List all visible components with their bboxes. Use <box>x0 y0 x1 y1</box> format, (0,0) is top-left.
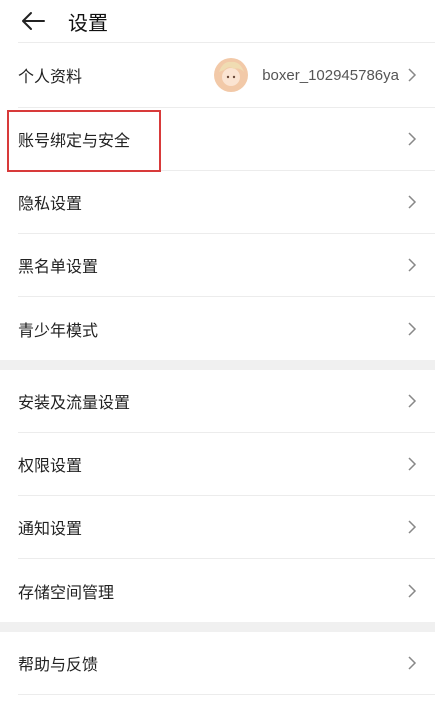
settings-group-help: 帮助与反馈 <box>0 632 435 695</box>
settings-item-install-traffic[interactable]: 安装及流量设置 <box>18 370 435 433</box>
chevron-right-icon <box>408 394 417 408</box>
settings-item-notifications[interactable]: 通知设置 <box>18 496 435 559</box>
settings-group-system: 安装及流量设置 权限设置 通知设置 存储空间管理 <box>0 370 435 622</box>
avatar <box>214 58 249 92</box>
settings-item-label: 安装及流量设置 <box>18 393 131 412</box>
settings-item-account-security[interactable]: 账号绑定与安全 <box>18 108 435 171</box>
chevron-right-icon <box>408 520 417 534</box>
settings-item-label: 权限设置 <box>18 456 83 475</box>
chevron-right-icon <box>408 68 417 82</box>
settings-group-account: 账号绑定与安全 隐私设置 黑名单设置 青少年模式 <box>0 108 435 360</box>
settings-item-label: 隐私设置 <box>18 194 83 213</box>
chevron-right-icon <box>408 258 417 272</box>
arrow-left-icon <box>22 12 45 30</box>
chevron-right-icon <box>408 457 417 471</box>
settings-item-privacy[interactable]: 隐私设置 <box>18 171 435 234</box>
profile-label: 个人资料 <box>18 67 83 86</box>
page-title: 设置 <box>68 10 108 35</box>
username-value: boxer_102945786ya <box>262 66 399 84</box>
settings-item-teen-mode[interactable]: 青少年模式 <box>18 297 435 360</box>
settings-item-label: 青少年模式 <box>18 320 99 340</box>
back-button[interactable] <box>20 6 50 36</box>
settings-item-permissions[interactable]: 权限设置 <box>18 433 435 496</box>
settings-item-label: 黑名单设置 <box>18 257 99 276</box>
settings-item-blacklist[interactable]: 黑名单设置 <box>18 234 435 297</box>
chevron-right-icon <box>408 195 417 209</box>
settings-item-storage[interactable]: 存储空间管理 <box>18 559 435 622</box>
chevron-right-icon <box>408 656 417 670</box>
chevron-right-icon <box>408 321 417 336</box>
chevron-right-icon <box>408 132 417 146</box>
section-divider <box>0 360 435 370</box>
settings-item-label: 帮助与反馈 <box>18 655 99 674</box>
settings-item-label: 账号绑定与安全 <box>18 131 131 150</box>
chevron-right-icon <box>408 583 417 598</box>
top-bar: 设置 <box>0 0 435 42</box>
settings-item-label: 存储空间管理 <box>18 582 115 602</box>
section-divider <box>0 622 435 632</box>
settings-item-help-feedback[interactable]: 帮助与反馈 <box>18 632 435 695</box>
profile-row[interactable]: 个人资料 boxer_102945786ya <box>18 42 435 108</box>
settings-item-label: 通知设置 <box>18 519 83 538</box>
